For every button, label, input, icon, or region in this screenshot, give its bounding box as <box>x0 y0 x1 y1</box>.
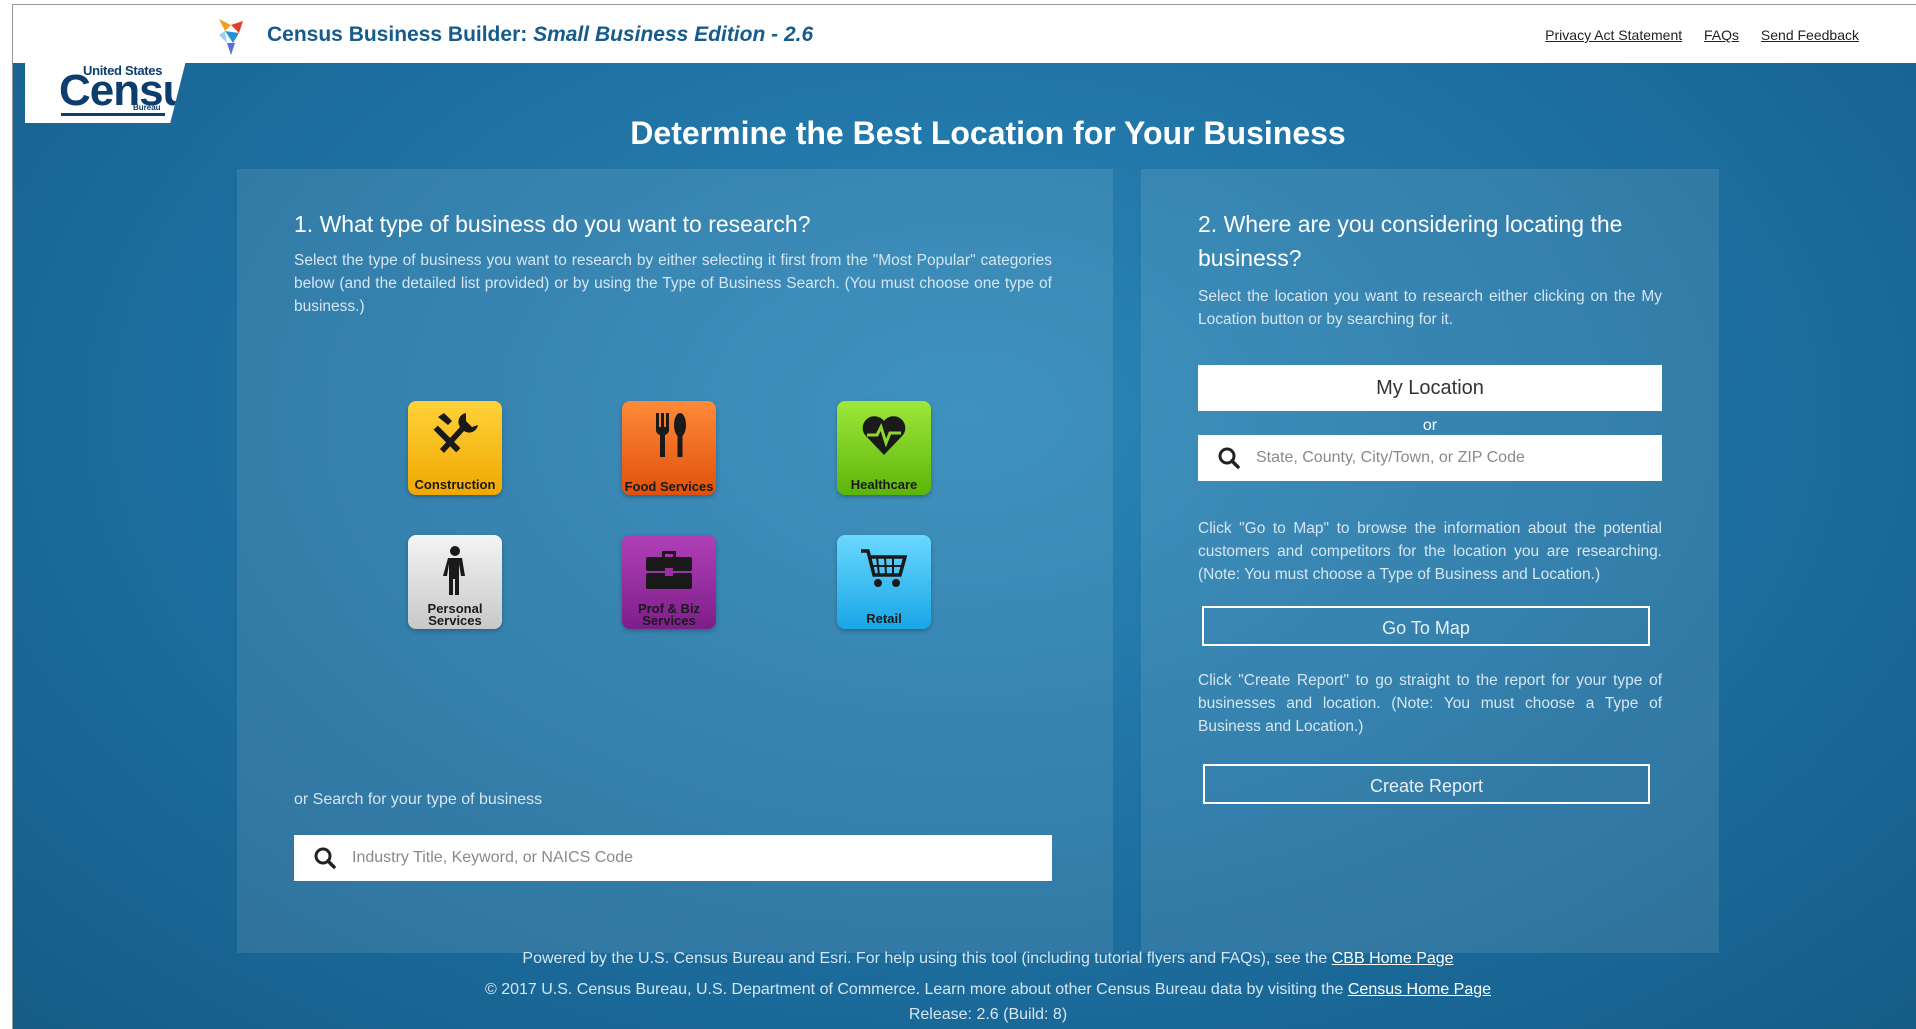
tile-healthcare[interactable]: Healthcare <box>837 401 931 495</box>
app-title: Census Business Builder: Small Business … <box>267 23 814 46</box>
business-type-heading: 1. What type of business do you want to … <box>294 211 811 237</box>
tile-retail[interactable]: Retail <box>837 535 931 629</box>
send-feedback-link[interactable]: Send Feedback <box>1761 27 1859 43</box>
app-frame: Census Business Builder: Small Business … <box>12 4 1916 1029</box>
tile-personal-services[interactable]: Personal Services <box>408 535 502 629</box>
search-icon <box>314 847 336 869</box>
tile-food-services[interactable]: Food Services <box>622 401 716 495</box>
search-icon <box>1218 447 1240 469</box>
cart-icon <box>861 549 908 587</box>
footer-line-1: Powered by the U.S. Census Bureau and Es… <box>13 950 1916 968</box>
logo-text-sub: Bureau <box>133 103 161 112</box>
tile-label: Food Services <box>624 479 714 494</box>
privacy-link[interactable]: Privacy Act Statement <box>1545 27 1682 43</box>
top-links: Privacy Act Statement FAQs Send Feedback <box>1527 27 1859 43</box>
location-search-input[interactable] <box>1254 448 1662 468</box>
fork-knife-icon <box>656 413 686 457</box>
heart-pulse-icon <box>862 416 906 455</box>
footer-line-2: © 2017 U.S. Census Bureau, U.S. Departme… <box>13 981 1916 999</box>
location-search-box <box>1198 435 1662 481</box>
briefcase-icon <box>646 551 692 589</box>
person-icon <box>443 546 465 595</box>
location-panel: 2. Where are you considering locating th… <box>1141 169 1719 953</box>
tile-label: Personal Services <box>427 601 483 628</box>
tile-prof-biz-services[interactable]: Prof & Biz Services <box>622 535 716 629</box>
footer-text: © 2017 U.S. Census Bureau, U.S. Departme… <box>484 981 1348 998</box>
cbb-home-link[interactable]: CBB Home Page <box>1332 950 1454 967</box>
location-description: Select the location you want to research… <box>1198 288 1662 328</box>
tile-label: Healthcare <box>850 477 918 492</box>
header-bar: Census Business Builder: Small Business … <box>13 5 1916 63</box>
tile-label: Prof & Biz Services <box>637 601 701 628</box>
report-description: Click "Create Report" to go straight to … <box>1198 672 1662 735</box>
create-report-button[interactable]: Create Report <box>1203 764 1650 804</box>
my-location-button[interactable]: My Location <box>1198 365 1662 411</box>
business-search-input[interactable] <box>350 848 1052 868</box>
business-type-description: Select the type of business you want to … <box>294 252 1052 315</box>
tile-construction[interactable]: Construction <box>408 401 502 495</box>
tile-label: Construction <box>414 477 496 492</box>
business-type-panel: 1. What type of business do you want to … <box>237 169 1113 953</box>
census-logo[interactable]: United States Census Bureau <box>25 5 200 123</box>
tools-icon <box>433 413 478 453</box>
cbb-logo-icon <box>219 19 243 55</box>
page-title: Determine the Best Location for Your Bus… <box>630 115 1346 151</box>
go-to-map-button[interactable]: Go To Map <box>1202 606 1650 646</box>
business-search-box <box>294 835 1052 881</box>
faqs-link[interactable]: FAQs <box>1704 27 1739 43</box>
business-search-label: or Search for your type of business <box>294 791 543 808</box>
tile-label: Retail <box>866 611 902 626</box>
release-info: Release: 2.6 (Build: 8) <box>908 1006 1068 1023</box>
location-heading: 2. Where are you considering locating th… <box>1198 211 1623 271</box>
map-description: Click "Go to Map" to browse the informat… <box>1198 520 1662 583</box>
or-label: or <box>1422 417 1438 434</box>
footer-text: Powered by the U.S. Census Bureau and Es… <box>522 950 1332 967</box>
census-home-link[interactable]: Census Home Page <box>1348 981 1491 998</box>
